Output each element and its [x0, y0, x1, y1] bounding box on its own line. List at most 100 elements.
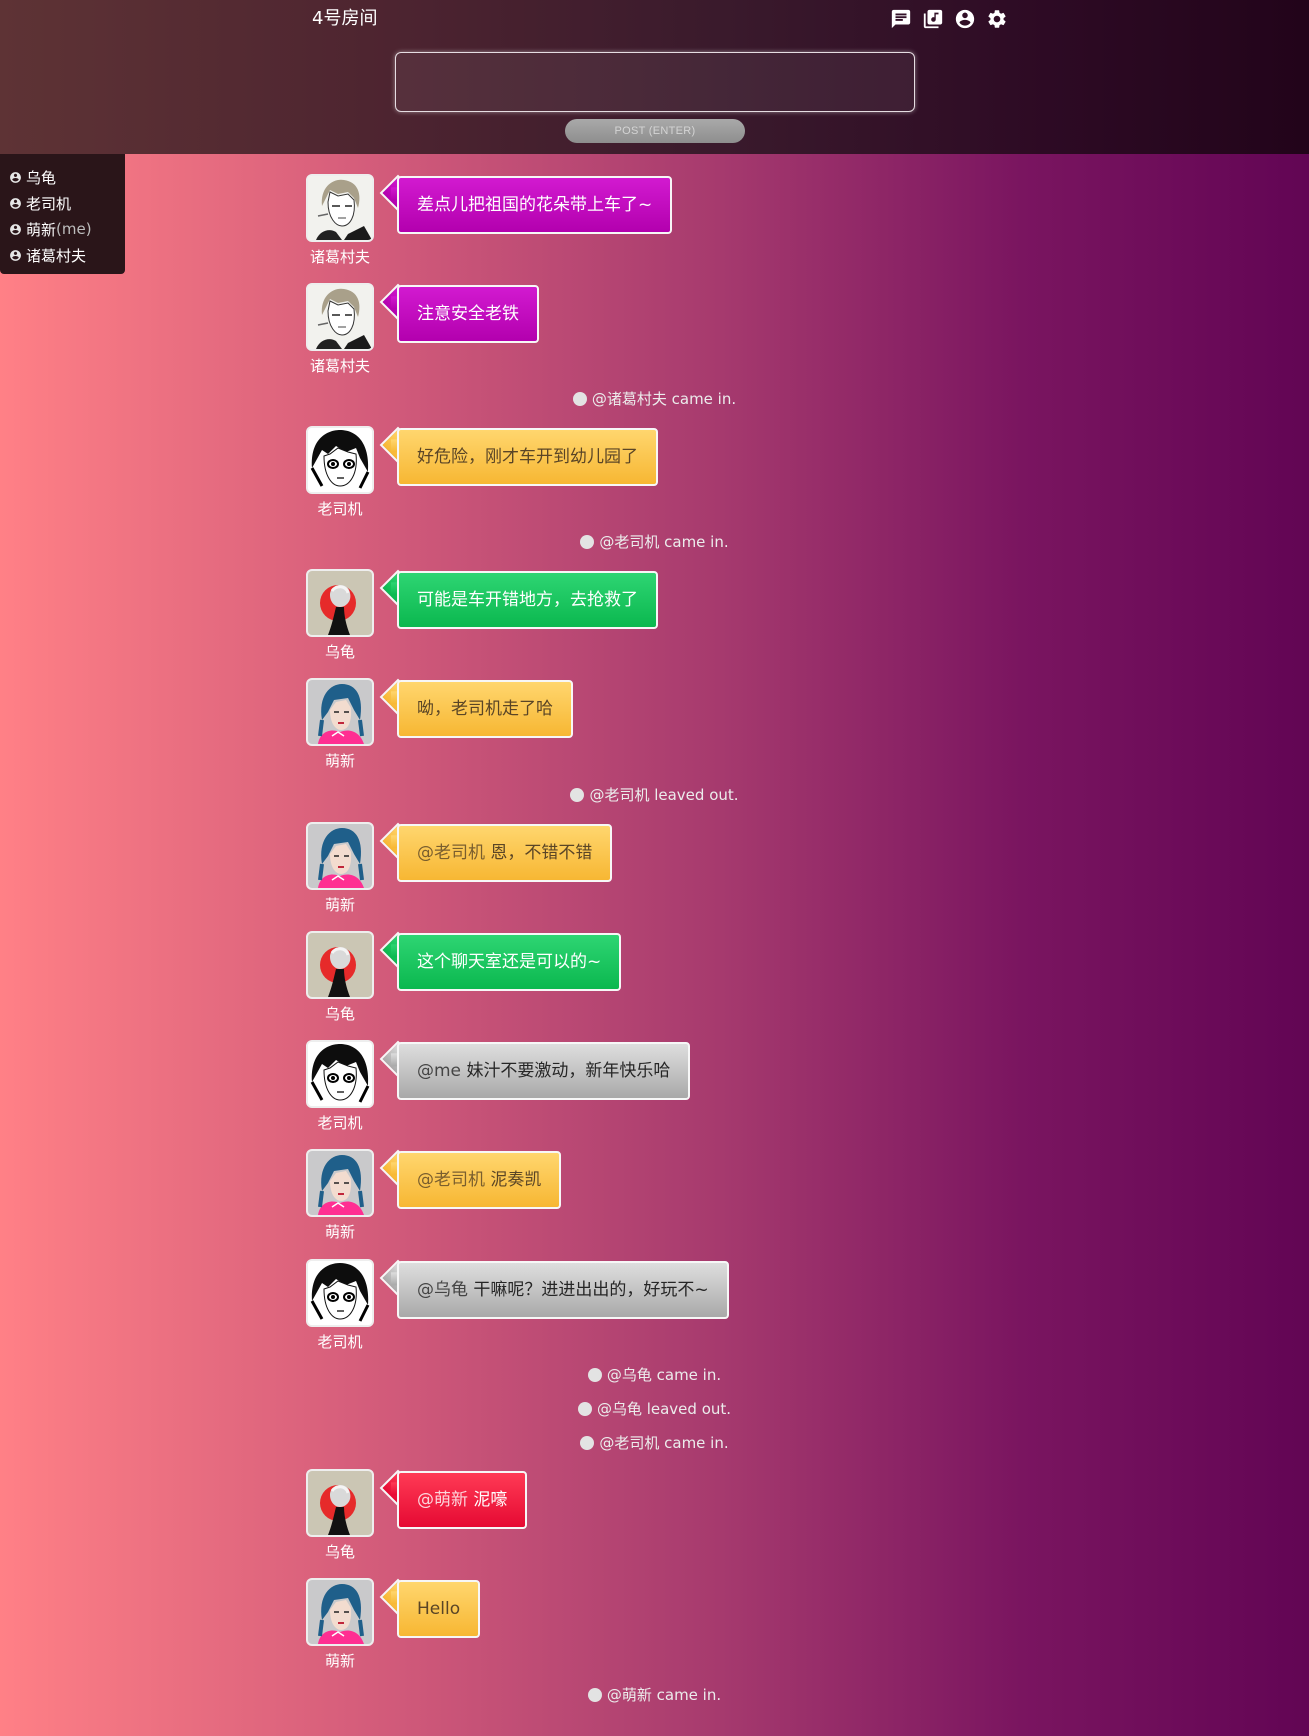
header-bar: 4号房间 POST (ENTER)	[0, 0, 1309, 154]
message-bubble: @me 妹汁不要激动，新年快乐哈	[397, 1042, 691, 1100]
settings-gear-icon[interactable]	[986, 8, 1008, 30]
status-dot-icon	[580, 1436, 595, 1450]
message-bubble: Hello	[397, 1580, 481, 1638]
chat-message: 萌新 Hello	[306, 1578, 806, 1678]
account-circle-icon	[9, 249, 22, 262]
avatar[interactable]	[306, 1040, 374, 1108]
chat-message: 诸葛村夫 差点儿把祖国的花朵带上车了~	[306, 174, 806, 274]
chat-message: 萌新 呦，老司机走了哈	[306, 678, 806, 778]
system-notice: @诸葛村夫 came in.	[0, 390, 1309, 408]
user-name: 萌新	[26, 220, 57, 239]
system-notice: @老司机 came in.	[0, 1434, 1309, 1452]
account-circle-icon	[9, 223, 22, 236]
status-dot-icon	[577, 1402, 592, 1416]
chat-message: 老司机 @乌龟 干嘛呢？进进出出的，好玩不~	[306, 1259, 806, 1359]
notice-text: @诸葛村夫 came in.	[591, 390, 737, 408]
header-toolbar	[890, 8, 1008, 30]
user-name: 乌龟	[26, 168, 57, 187]
chat-message: 萌新 @老司机 恩，不错不错	[306, 822, 806, 922]
sender-name: 乌龟	[324, 1543, 355, 1561]
sender-name: 老司机	[317, 1114, 363, 1132]
notice-text: @老司机 leaved out.	[589, 786, 739, 804]
message-text: Hello	[417, 1599, 461, 1619]
chat-message: 乌龟 可能是车开错地方，去抢救了	[306, 569, 806, 669]
message-bubble: 好危险，刚才车开到幼儿园了	[397, 428, 658, 486]
message-bubble: 这个聊天室还是可以的~	[397, 933, 622, 991]
chat-message: 老司机 好危险，刚才车开到幼儿园了	[306, 426, 806, 526]
message-text: 注意安全老铁	[417, 304, 519, 324]
chat-message: 乌龟 @萌新 泥嚎	[306, 1469, 806, 1569]
notice-text: @老司机 came in.	[599, 533, 729, 551]
library-music-icon[interactable]	[922, 8, 944, 30]
sender-name: 诸葛村夫	[309, 248, 370, 266]
room-title: 4号房间	[312, 8, 378, 29]
message-bubble: @乌龟 干嘛呢？进进出出的，好玩不~	[397, 1261, 729, 1319]
system-notice: @乌龟 leaved out.	[0, 1400, 1309, 1418]
status-dot-icon	[572, 392, 587, 406]
account-circle-icon	[9, 197, 22, 210]
chat-message: 乌龟 这个聊天室还是可以的~	[306, 931, 806, 1031]
message-bubble: @老司机 泥奏凯	[397, 1151, 562, 1209]
avatar[interactable]	[306, 1149, 374, 1217]
system-notice: @老司机 leaved out.	[0, 786, 1309, 804]
avatar[interactable]	[306, 931, 374, 999]
user-name: 老司机	[26, 194, 72, 213]
mention-tag[interactable]: @萌新	[417, 1490, 468, 1510]
mention-tag[interactable]: @老司机	[417, 843, 485, 863]
status-dot-icon	[570, 788, 585, 802]
avatar[interactable]	[306, 426, 374, 494]
avatar[interactable]	[306, 569, 374, 637]
avatar[interactable]	[306, 1469, 374, 1537]
account-circle-icon	[9, 171, 22, 184]
status-dot-icon	[580, 535, 595, 549]
mention-tag[interactable]: @乌龟	[417, 1280, 468, 1300]
avatar[interactable]	[306, 1259, 374, 1327]
avatar[interactable]	[306, 822, 374, 890]
message-text: 干嘛呢？进进出出的，好玩不~	[473, 1280, 709, 1300]
avatar[interactable]	[306, 1578, 374, 1646]
avatar[interactable]	[306, 678, 374, 746]
user-list-item-wugui[interactable]: 乌龟	[0, 164, 125, 190]
notice-text: @萌新 came in.	[606, 1686, 722, 1704]
user-list-item-mengxin[interactable]: 萌新 (me)	[0, 216, 125, 242]
avatar[interactable]	[306, 174, 374, 242]
message-text: 泥嚎	[473, 1490, 508, 1510]
sender-name: 萌新	[324, 1652, 355, 1670]
notice-text: @乌龟 came in.	[606, 1366, 722, 1384]
sender-name: 老司机	[317, 500, 363, 518]
user-list-item-zhuge[interactable]: 诸葛村夫	[0, 242, 125, 268]
message-bubble: 可能是车开错地方，去抢救了	[397, 571, 658, 629]
mention-tag[interactable]: @me	[417, 1061, 461, 1081]
message-bubble: @老司机 恩，不错不错	[397, 824, 613, 882]
mention-tag[interactable]: @老司机	[417, 1170, 485, 1190]
message-bubble: 注意安全老铁	[397, 285, 539, 343]
message-text: 这个聊天室还是可以的~	[417, 952, 602, 972]
message-bubble: 差点儿把祖国的花朵带上车了~	[397, 176, 673, 234]
sender-name: 乌龟	[324, 643, 355, 661]
message-text: 差点儿把祖国的花朵带上车了~	[417, 195, 653, 215]
message-text: 恩，不错不错	[490, 843, 593, 863]
current-user-tag: (me)	[56, 220, 92, 238]
message-text: 妹汁不要激动，新年快乐哈	[466, 1061, 671, 1081]
chat-message: 萌新 @老司机 泥奏凯	[306, 1149, 806, 1249]
sender-name: 萌新	[324, 752, 355, 770]
chat-icon[interactable]	[890, 8, 912, 30]
account-circle-icon[interactable]	[954, 8, 976, 30]
notice-text: @乌龟 leaved out.	[596, 1400, 732, 1418]
message-bubble: @萌新 泥嚎	[397, 1471, 528, 1529]
chat-message: 老司机 @me 妹汁不要激动，新年快乐哈	[306, 1040, 806, 1140]
post-button[interactable]: POST (ENTER)	[565, 119, 745, 143]
user-list-item-laosiji[interactable]: 老司机	[0, 190, 125, 216]
system-notice: @萌新 came in.	[0, 1686, 1309, 1704]
message-input[interactable]	[395, 52, 915, 112]
avatar[interactable]	[306, 283, 374, 351]
online-user-list: 乌龟 老司机 萌新 (me) 诸葛村夫	[0, 154, 125, 274]
notice-text: @老司机 came in.	[599, 1434, 729, 1452]
system-notice: @乌龟 came in.	[0, 1366, 1309, 1384]
sender-name: 乌龟	[324, 1005, 355, 1023]
system-notice: @老司机 came in.	[0, 533, 1309, 551]
sender-name: 萌新	[324, 896, 355, 914]
status-dot-icon	[587, 1688, 602, 1702]
message-text: 可能是车开错地方，去抢救了	[417, 590, 638, 610]
message-bubble: 呦，老司机走了哈	[397, 680, 573, 738]
